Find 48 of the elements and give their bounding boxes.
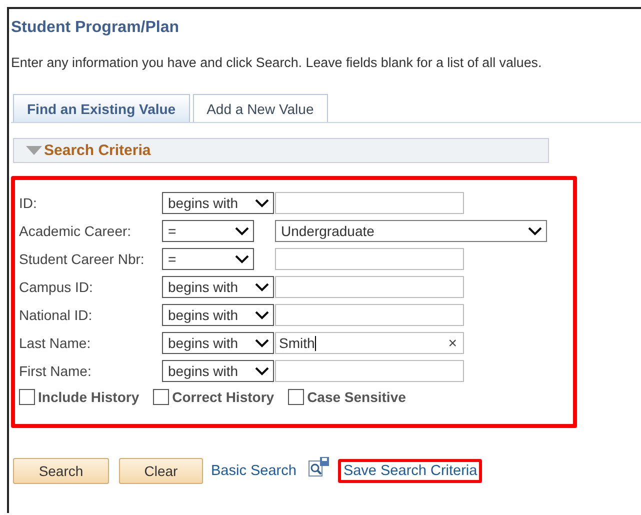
field-label: Academic Career: — [19, 223, 132, 239]
link[interactable]: Save Search Criteria — [338, 459, 482, 483]
chevron-icon — [254, 338, 270, 348]
input-field[interactable] — [275, 304, 464, 326]
operator-dropdown[interactable]: = — [162, 220, 254, 242]
input-field[interactable]: Smith × — [275, 332, 464, 354]
section-header[interactable]: Search Criteria — [13, 138, 549, 163]
value-dropdown[interactable]: Undergraduate — [275, 220, 547, 242]
chevron-icon — [527, 226, 543, 236]
collapse-icon[interactable] — [26, 146, 42, 156]
page-title: Student Program/Plan — [11, 19, 180, 37]
field-label: Student Career Nbr: — [19, 251, 146, 267]
input-field[interactable] — [275, 360, 464, 382]
checkbox[interactable] — [19, 389, 35, 405]
field-label: Campus ID: — [19, 279, 94, 295]
operator-dropdown[interactable]: begins with — [162, 360, 274, 382]
operator-dropdown[interactable]: begins with — [162, 276, 274, 298]
chevron-icon — [254, 310, 270, 320]
tab[interactable]: Add a New Value — [192, 94, 328, 122]
link[interactable]: Basic Search — [211, 463, 296, 479]
instructions: Enter any information you have and click Search. Leave fields blank for a list of all values. — [11, 55, 543, 70]
clear-button[interactable]: Clear — [119, 458, 203, 484]
section-title: Search Criteria — [44, 142, 151, 159]
checkbox-label: Include History — [38, 389, 140, 405]
save-search-icon[interactable] — [308, 456, 330, 478]
checkbox-label: Case Sensitive — [307, 389, 406, 405]
chevron-icon — [254, 282, 270, 292]
input-field[interactable] — [275, 276, 464, 298]
checkbox[interactable] — [153, 389, 170, 405]
checkbox[interactable] — [288, 389, 304, 405]
operator-dropdown[interactable]: begins with — [162, 332, 274, 354]
chevron-icon — [234, 254, 250, 264]
operator-dropdown[interactable]: = — [162, 248, 254, 270]
field-label: First Name: — [19, 363, 92, 379]
tab[interactable]: Find an Existing Value — [13, 94, 190, 122]
chevron-icon — [234, 226, 250, 236]
operator-dropdown[interactable]: begins with — [162, 304, 274, 326]
checkbox-label: Correct History — [172, 389, 274, 405]
operator-dropdown[interactable]: begins with — [162, 192, 274, 214]
input-field[interactable] — [275, 248, 464, 270]
clear-button[interactable]: × — [448, 334, 457, 352]
chevron-icon — [254, 198, 270, 208]
chevron-icon — [254, 366, 270, 376]
field-label: ID: — [19, 195, 38, 211]
input-field[interactable] — [275, 192, 464, 214]
search-button[interactable]: Search — [13, 458, 109, 484]
field-label: National ID: — [19, 307, 94, 323]
field-label: Last Name: — [19, 335, 92, 351]
